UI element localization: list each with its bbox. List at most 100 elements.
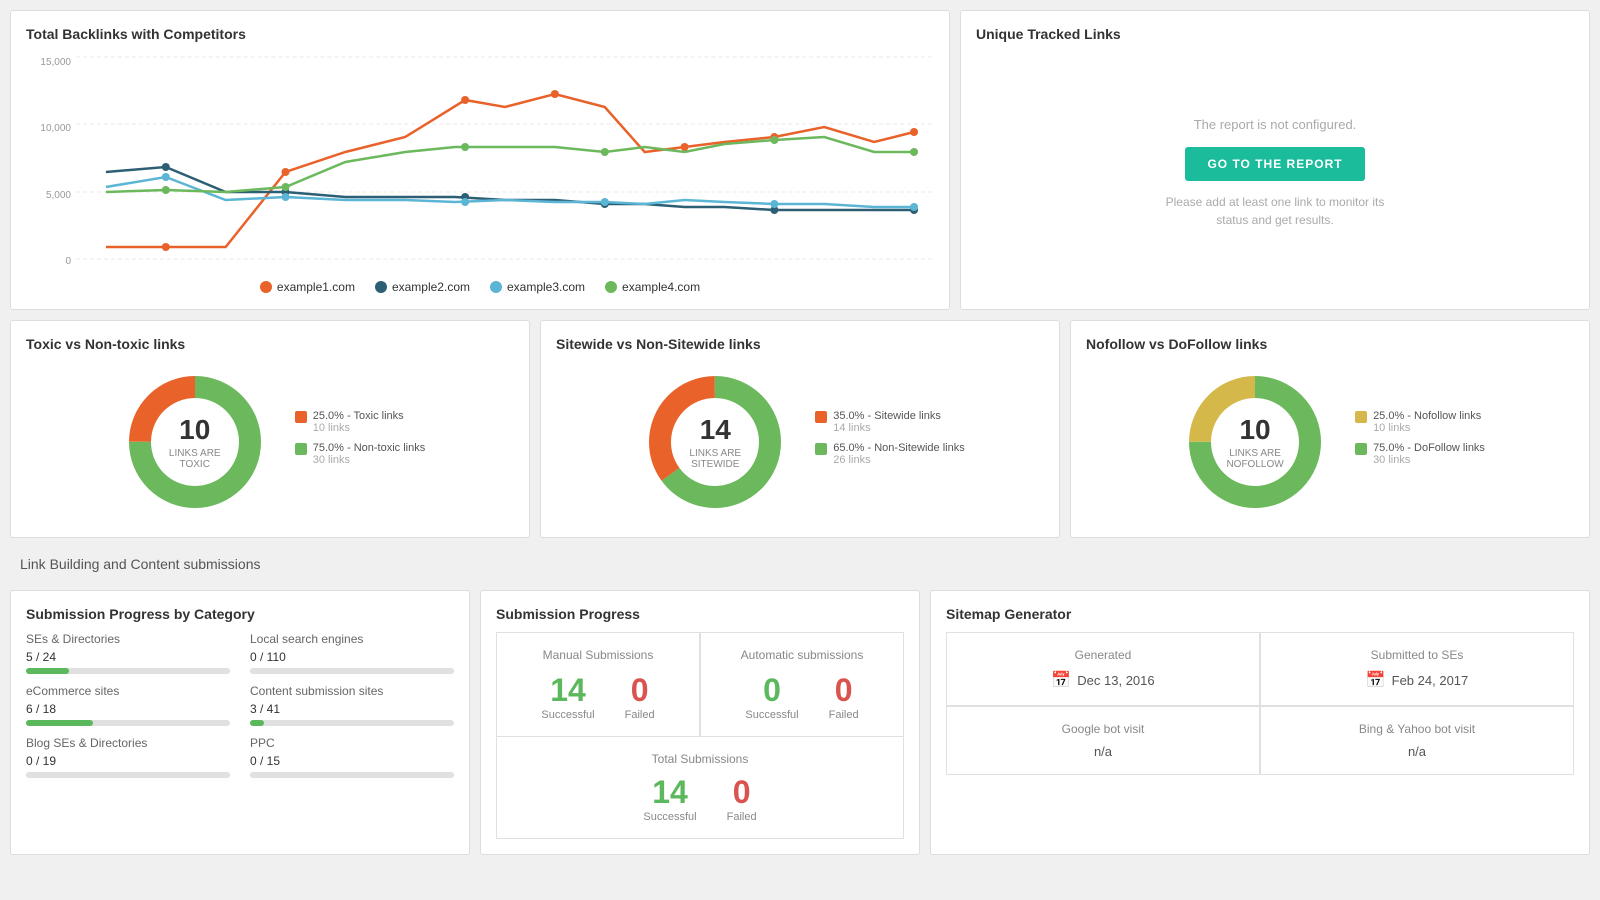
google-bot-cell: Google bot visit n/a [946,706,1260,775]
auto-failed-group: 0 Failed [829,672,859,721]
cat-bar-bg-3 [26,720,230,726]
nofollow-legend-item-1: 25.0% - Nofollow links10 links [1355,410,1485,434]
toxic-donut-wrapper: 10 LINKS ARE TOXIC [115,362,275,522]
sitewide-text-1: 35.0% - Sitewide links14 links [833,410,941,434]
manual-section: Manual Submissions 14 Successful 0 Faile… [496,632,700,737]
nofollow-legend-item-2: 75.0% - DoFollow links30 links [1355,442,1485,466]
y-label-0: 0 [26,256,71,267]
toxic-donut-center: 10 LINKS ARE TOXIC [155,414,235,470]
cat-label-2: Local search engines [250,632,454,646]
sitemap-panel: Sitemap Generator Generated 📅 Dec 13, 20… [930,590,1590,855]
bing-bot-label: Bing & Yahoo bot visit [1276,722,1558,736]
auto-success-num: 0 [745,672,798,709]
sitewide-title: Sitewide vs Non-Sitewide links [556,336,1044,352]
bing-bot-cell: Bing & Yahoo bot visit n/a [1260,706,1574,775]
generated-date: Dec 13, 2016 [1077,673,1154,688]
legend-label-example4: example4.com [622,280,700,294]
progress-title: Submission Progress [496,606,904,622]
nofollow-center-label: LINKS ARE NOFOLLOW [1215,448,1295,470]
cat-local-se: Local search engines 0 / 110 [250,632,454,674]
cat-val-2: 0 / 110 [250,650,454,664]
nofollow-donut-center: 10 LINKS ARE NOFOLLOW [1215,414,1295,470]
y-label-5000: 5,000 [26,190,71,201]
bing-bot-val: n/a [1276,744,1558,759]
nofollow-text-1: 25.0% - Nofollow links10 links [1373,410,1481,434]
generated-cell: Generated 📅 Dec 13, 2016 [946,632,1260,706]
cat-bar-fill-3 [26,720,93,726]
generated-val: 📅 Dec 13, 2016 [962,670,1244,690]
y-label-10000: 10,000 [26,123,71,134]
backlinks-title: Total Backlinks with Competitors [26,26,934,42]
cat-bar-fill-4 [250,720,264,726]
legend-dot-example1 [260,281,272,293]
nofollow-panel: Nofollow vs DoFollow links 10 LINKS ARE … [1070,320,1590,538]
sitewide-center-num: 14 [675,414,755,446]
toxic-color-2 [295,443,307,455]
toxic-text-1: 25.0% - Toxic links10 links [313,410,404,434]
tracked-links-title: Unique Tracked Links [976,26,1121,42]
cat-blog-se: Blog SEs & Directories 0 / 19 [26,736,230,778]
manual-nums: 14 Successful 0 Failed [512,672,684,721]
manual-failed-group: 0 Failed [625,672,655,721]
bottom-row: Submission Progress by Category SEs & Di… [10,590,1590,855]
sitewide-text-2: 65.0% - Non-Sitewide links26 links [833,442,964,466]
manual-failed-label: Failed [625,709,655,721]
go-to-report-button[interactable]: GO TO THE REPORT [1185,147,1364,181]
chart-legend: example1.com example2.com example3.com e… [26,280,934,294]
legend-dot-example4 [605,281,617,293]
progress-grid: Manual Submissions 14 Successful 0 Faile… [496,632,904,737]
sitewide-panel: Sitewide vs Non-Sitewide links 14 LINKS … [540,320,1060,538]
tracked-links-panel: Unique Tracked Links The report is not c… [960,10,1590,310]
cat-bar-fill-1 [26,668,69,674]
sitewide-center-label: LINKS ARE SITEWIDE [675,448,755,470]
tracked-msg: The report is not configured. [1194,117,1357,132]
total-section: Total Submissions 14 Successful 0 Failed [496,737,904,839]
total-failed-label: Failed [727,811,757,823]
manual-title: Manual Submissions [512,648,684,662]
cat-val-4: 3 / 41 [250,702,454,716]
submission-category-title: Submission Progress by Category [26,606,454,622]
nofollow-center-num: 10 [1215,414,1295,446]
auto-title: Automatic submissions [716,648,888,662]
cat-label-4: Content submission sites [250,684,454,698]
cat-val-6: 0 / 15 [250,754,454,768]
section-label: Link Building and Content submissions [10,548,1590,580]
legend-label-example1: example1.com [277,280,355,294]
generated-label: Generated [962,648,1244,662]
y-label-15000: 15,000 [26,57,71,68]
cat-bar-bg-5 [26,772,230,778]
manual-success-num: 14 [541,672,594,709]
backlinks-chart [76,52,934,272]
sitewide-legend-item-2: 65.0% - Non-Sitewide links26 links [815,442,964,466]
toxic-color-1 [295,411,307,423]
cat-ppc: PPC 0 / 15 [250,736,454,778]
manual-success-group: 14 Successful [541,672,594,721]
total-success-group: 14 Successful [643,774,696,823]
toxic-title: Toxic vs Non-toxic links [26,336,514,352]
donut-row: Toxic vs Non-toxic links 10 LINKS ARE TO… [10,320,1590,538]
legend-example4: example4.com [605,280,700,294]
auto-nums: 0 Successful 0 Failed [716,672,888,721]
cat-bar-bg-2 [250,668,454,674]
nofollow-text-2: 75.0% - DoFollow links30 links [1373,442,1485,466]
auto-failed-label: Failed [829,709,859,721]
cat-bar-bg-1 [26,668,230,674]
tracked-sub-text: Please add at least one link to monitor … [1165,193,1385,229]
auto-failed-num: 0 [829,672,859,709]
toxic-legend-item-2: 75.0% - Non-toxic links30 links [295,442,426,466]
nofollow-title: Nofollow vs DoFollow links [1086,336,1574,352]
sitemap-title: Sitemap Generator [946,606,1574,622]
sitewide-color-2 [815,443,827,455]
legend-label-example3: example3.com [507,280,585,294]
submitted-date: Feb 24, 2017 [1392,673,1469,688]
cat-ecommerce: eCommerce sites 6 / 18 [26,684,230,726]
nofollow-legend: 25.0% - Nofollow links10 links 75.0% - D… [1355,410,1485,474]
cat-label-3: eCommerce sites [26,684,230,698]
sitemap-grid: Generated 📅 Dec 13, 2016 Submitted to SE… [946,632,1574,775]
submitted-val: 📅 Feb 24, 2017 [1276,670,1558,690]
submitted-label: Submitted to SEs [1276,648,1558,662]
cat-content: Content submission sites 3 / 41 [250,684,454,726]
backlinks-panel: Total Backlinks with Competitors 15,000 … [10,10,950,310]
legend-dot-example3 [490,281,502,293]
legend-dot-example2 [375,281,387,293]
